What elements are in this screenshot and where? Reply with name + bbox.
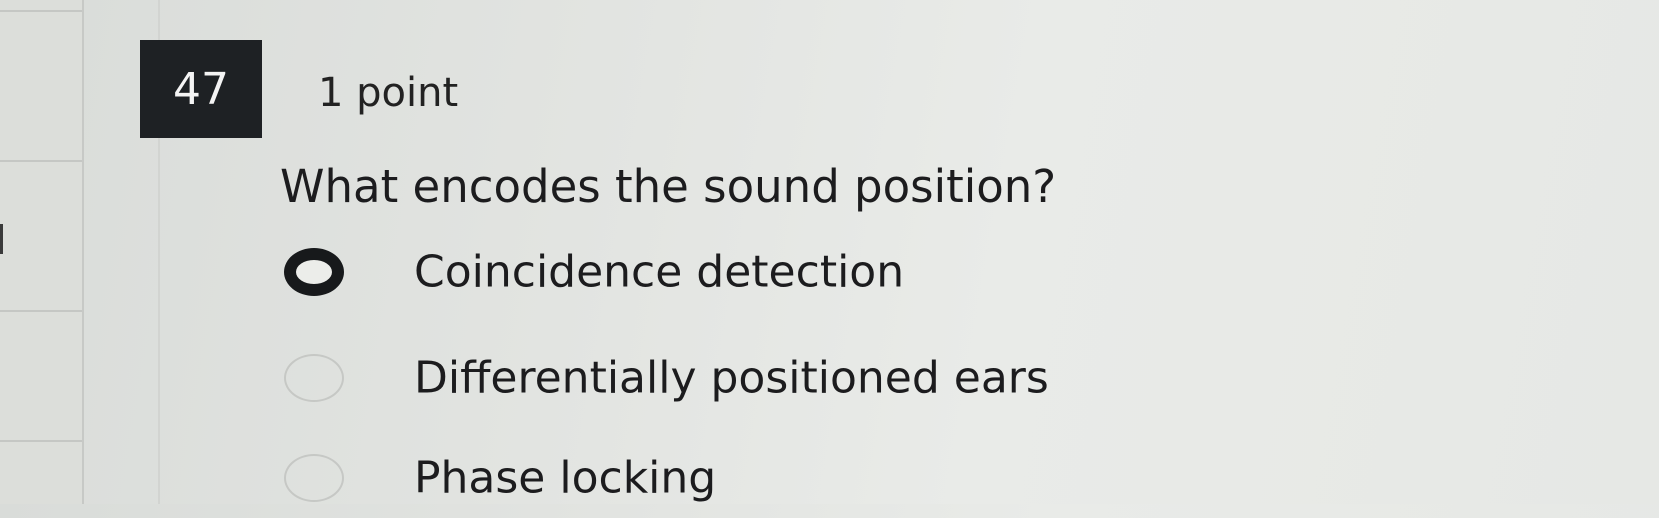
question-points: 1 point bbox=[318, 70, 459, 116]
sidebar-divider bbox=[0, 310, 82, 312]
answer-option-coincidence-detection[interactable]: Coincidence detection bbox=[284, 232, 1004, 312]
radio-unselected-icon[interactable] bbox=[284, 454, 344, 502]
answer-option-differentially-positioned-ears[interactable]: Differentially positioned ears bbox=[284, 338, 1049, 418]
answer-option-label: Differentially positioned ears bbox=[414, 352, 1049, 404]
question-text: What encodes the sound position? bbox=[280, 160, 1057, 213]
sidebar-divider bbox=[0, 10, 82, 12]
answer-option-phase-locking[interactable]: Phase locking bbox=[284, 438, 804, 518]
sidebar-divider bbox=[0, 440, 82, 442]
answer-option-label: Coincidence detection bbox=[414, 246, 905, 298]
radio-selected-icon[interactable] bbox=[284, 248, 344, 296]
radio-unselected-icon[interactable] bbox=[284, 354, 344, 402]
sidebar-edge-marker bbox=[0, 224, 3, 254]
question-number: 47 bbox=[173, 63, 229, 115]
left-sidebar bbox=[0, 0, 84, 504]
question-number-badge: 47 bbox=[140, 40, 262, 138]
sidebar-divider bbox=[0, 160, 82, 162]
answer-option-label: Phase locking bbox=[414, 452, 717, 504]
